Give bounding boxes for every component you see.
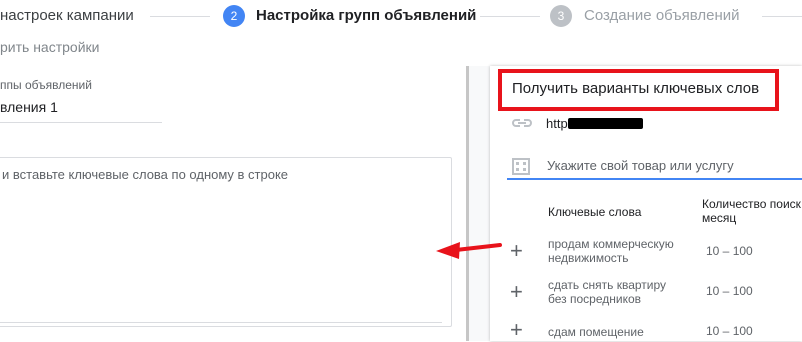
search-volume: 10 – 100 <box>706 324 753 338</box>
step-2-number: 2 <box>223 5 245 27</box>
add-keyword-plus-icon[interactable]: + <box>510 319 523 341</box>
keywords-textarea[interactable] <box>0 157 452 327</box>
website-url-text[interactable]: http <box>546 116 568 131</box>
step-connector-2 <box>480 16 540 17</box>
add-keyword-plus-icon[interactable]: + <box>510 281 523 303</box>
redaction-bar <box>568 118 643 129</box>
product-service-underline <box>507 178 802 180</box>
column-header-volume-line1: Количество поиск <box>702 197 801 211</box>
keyword-text: продам коммерческую <box>548 237 674 251</box>
step-connector-1 <box>150 16 210 17</box>
ad-group-name-input[interactable]: вления 1 <box>0 99 58 115</box>
search-volume: 10 – 100 <box>706 284 753 298</box>
product-service-input[interactable]: Укажите свой товар или услугу <box>547 158 734 173</box>
keyword-row-3: сдам помещение <box>548 325 644 339</box>
step-3-label[interactable]: Создание объявлений <box>584 7 740 24</box>
keyword-row-2: сдать снять квартиру без посредников <box>548 278 666 306</box>
search-volume: 10 – 100 <box>706 244 753 258</box>
add-keyword-plus-icon[interactable]: + <box>510 240 523 262</box>
keywords-textarea-underline <box>0 322 442 323</box>
keywords-placeholder: и вставьте ключевые слова по одному в ст… <box>2 167 289 182</box>
step-3-number: 3 <box>550 5 572 27</box>
ad-group-name-underline <box>0 122 162 123</box>
keyword-text-continued: недвижимость <box>548 251 629 265</box>
keyword-text: сдать снять квартиру <box>548 278 667 292</box>
column-header-volume: Количество поиск месяц <box>702 197 802 225</box>
step-connector-3 <box>762 16 802 17</box>
step-1-label[interactable]: настроек кампании <box>0 7 134 24</box>
arrow-left-icon <box>432 238 504 267</box>
keyword-text: сдам помещение <box>548 325 644 339</box>
store-icon <box>512 157 530 180</box>
review-settings-link[interactable]: рить настройки <box>0 39 99 55</box>
column-header-volume-line2: месяц <box>702 211 737 225</box>
column-header-keywords: Ключевые слова <box>548 205 642 219</box>
keyword-row-1: продам коммерческую недвижимость <box>548 237 674 265</box>
link-icon <box>511 115 533 136</box>
keyword-ideas-title: Получить варианты ключевых слов <box>498 69 779 111</box>
keyword-text-continued: без посредников <box>548 292 642 306</box>
ad-group-name-label: ппы объявлений <box>0 78 92 92</box>
step-2-label[interactable]: Настройка групп объявлений <box>256 7 476 24</box>
